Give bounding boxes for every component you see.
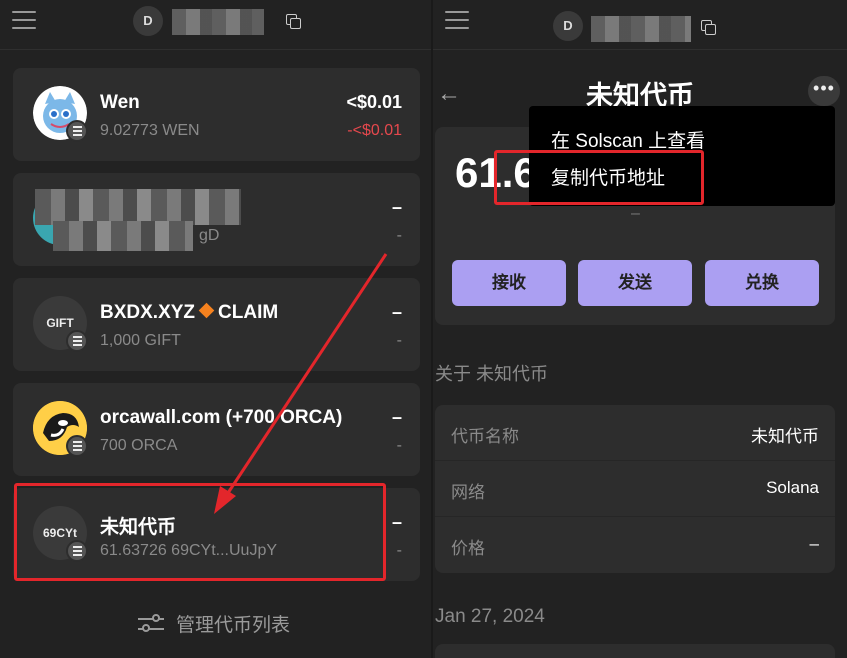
annotation-arrow: [214, 253, 388, 514]
